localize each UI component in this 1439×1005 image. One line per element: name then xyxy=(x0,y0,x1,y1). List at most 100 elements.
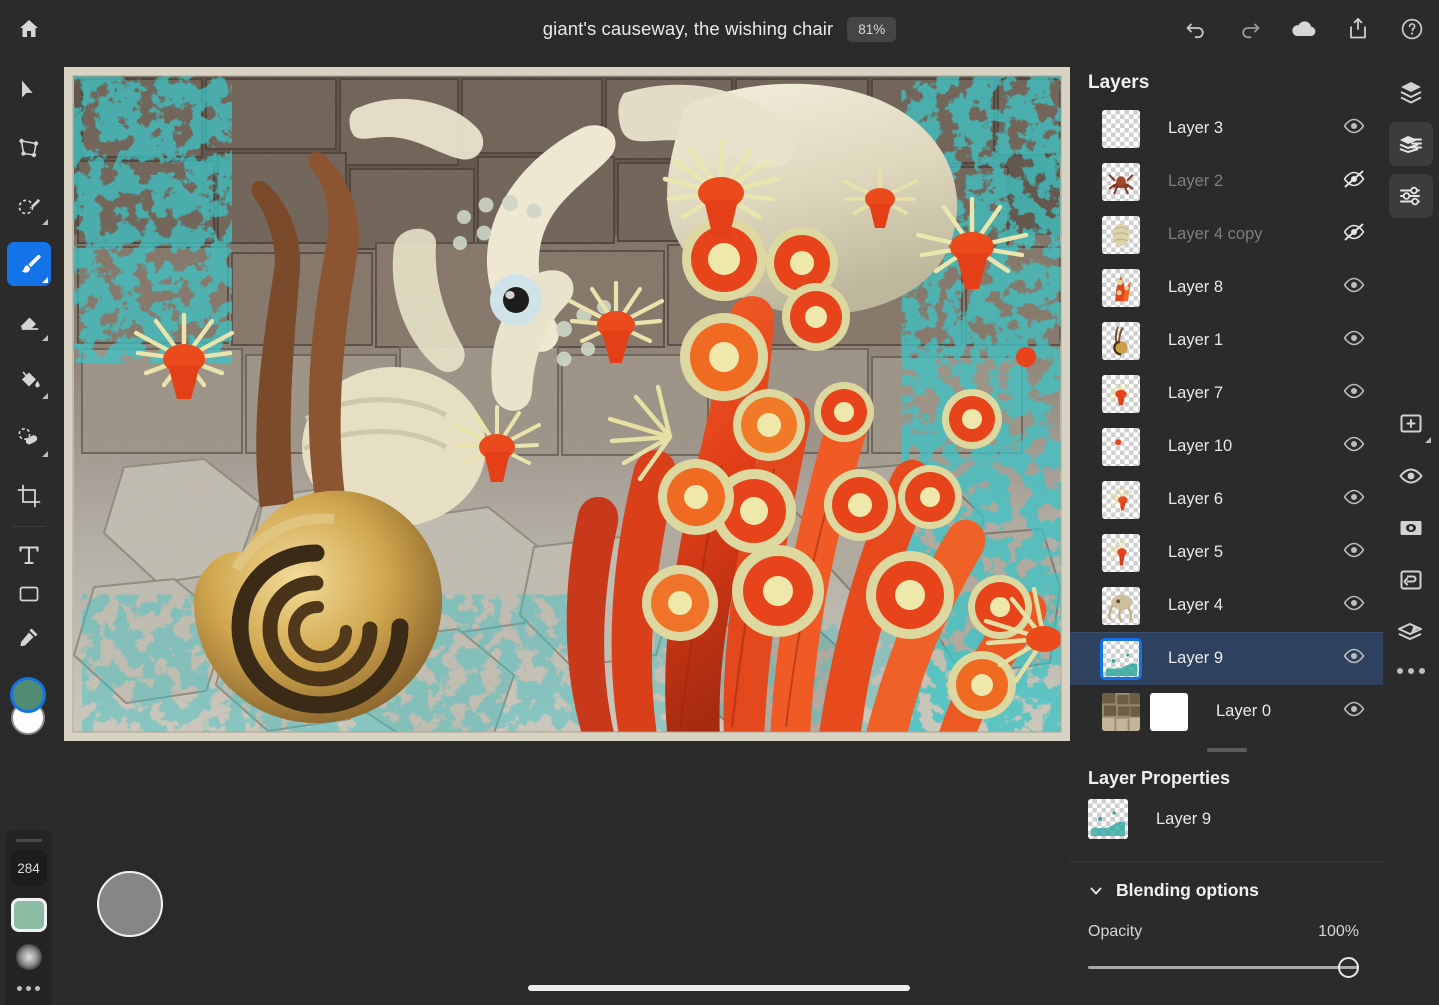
more-dots-icon xyxy=(1408,668,1414,674)
text-tool[interactable] xyxy=(7,533,51,577)
layer-row[interactable]: Layer 6 xyxy=(1070,473,1383,526)
tool-submenu-indicator xyxy=(42,393,48,399)
layer-name: Layer 6 xyxy=(1168,490,1223,509)
layer-row[interactable]: Layer 3 xyxy=(1070,102,1383,155)
eye-icon[interactable] xyxy=(1342,541,1366,565)
brush-more-options-button[interactable] xyxy=(5,986,52,991)
opacity-slider[interactable] xyxy=(1088,957,1359,979)
eyedropper-tool[interactable] xyxy=(7,615,51,659)
blending-options-label: Blending options xyxy=(1116,880,1259,901)
layer-name: Layer 7 xyxy=(1168,384,1223,403)
paintbrush-icon xyxy=(15,250,43,278)
layer-row[interactable]: Layer 5 xyxy=(1070,526,1383,579)
eye-icon[interactable] xyxy=(1342,435,1366,459)
healing-brush-tool[interactable] xyxy=(7,416,51,460)
layer-thumbnail[interactable] xyxy=(1102,110,1140,148)
add-layer-button[interactable] xyxy=(1389,402,1433,446)
eyedropper-icon xyxy=(16,624,42,650)
layer-row[interactable]: Layer 8 xyxy=(1070,261,1383,314)
layer-row[interactable]: Layer 7 xyxy=(1070,367,1383,420)
layer-row[interactable]: Layer 4 xyxy=(1070,579,1383,632)
visibility-button[interactable] xyxy=(1389,454,1433,498)
eye-icon[interactable] xyxy=(1342,117,1366,141)
undo-button[interactable] xyxy=(1181,14,1211,44)
layers-panel: Layers Layer 3Layer 2Layer 4 copyLayer 8… xyxy=(1070,58,1383,1005)
eye-icon[interactable] xyxy=(1342,329,1366,353)
home-indicator[interactable] xyxy=(528,985,910,991)
layer-thumbnail[interactable] xyxy=(1102,428,1140,466)
layer-row[interactable]: Layer 10 xyxy=(1070,420,1383,473)
share-button[interactable] xyxy=(1343,14,1373,44)
layer-thumbnail[interactable] xyxy=(1102,163,1140,201)
paint-bucket-tool[interactable] xyxy=(7,358,51,402)
redo-icon xyxy=(1237,16,1263,42)
brush-size-value[interactable]: 284 xyxy=(11,850,47,886)
more-options-button[interactable] xyxy=(1383,668,1439,674)
sliders-icon xyxy=(1398,183,1424,209)
eye-off-icon[interactable] xyxy=(1342,170,1366,194)
eye-icon[interactable] xyxy=(1342,700,1366,724)
move-select-tool[interactable] xyxy=(7,68,51,112)
eraser-tool[interactable] xyxy=(7,300,51,344)
layers-stack-button[interactable] xyxy=(1389,70,1433,114)
canvas-area[interactable] xyxy=(57,58,1070,1005)
layer-thumbnail[interactable] xyxy=(1102,375,1140,413)
layer-row[interactable]: Layer 0 xyxy=(1070,685,1383,738)
eye-icon[interactable] xyxy=(1342,488,1366,512)
help-icon xyxy=(1399,16,1425,42)
layer-row[interactable]: Layer 4 copy xyxy=(1070,208,1383,261)
eye-icon[interactable] xyxy=(1342,594,1366,618)
tool-submenu-indicator xyxy=(42,277,48,283)
mask-button[interactable] xyxy=(1389,506,1433,550)
artboard[interactable] xyxy=(64,67,1070,741)
flatten-button[interactable] xyxy=(1389,610,1433,654)
more-dots-icon xyxy=(35,986,40,991)
zoom-level-badge[interactable]: 81% xyxy=(847,17,896,42)
layer-thumbnail[interactable] xyxy=(1102,269,1140,307)
layer-thumbnail[interactable] xyxy=(1102,216,1140,254)
layer-row[interactable]: Layer 2 xyxy=(1070,155,1383,208)
layer-row[interactable]: Layer 1 xyxy=(1070,314,1383,367)
cloud-sync-button[interactable] xyxy=(1289,14,1319,44)
foreground-color-swatch[interactable] xyxy=(10,677,46,713)
layer-thumbnail[interactable] xyxy=(1102,534,1140,572)
tool-submenu-indicator xyxy=(42,335,48,341)
eye-icon[interactable] xyxy=(1342,382,1366,406)
top-toolbar: giant's causeway, the wishing chair 81% xyxy=(0,0,1439,58)
eye-icon[interactable] xyxy=(1342,276,1366,300)
help-button[interactable] xyxy=(1397,14,1427,44)
crop-tool[interactable] xyxy=(7,474,51,518)
layer-name: Layer 10 xyxy=(1168,437,1232,456)
layer-thumbnail[interactable] xyxy=(1102,322,1140,360)
tool-submenu-indicator xyxy=(42,219,48,225)
brush-color-swatch[interactable] xyxy=(11,898,47,932)
blending-options-header[interactable]: Blending options xyxy=(1070,862,1383,901)
layer-mask-thumbnail[interactable] xyxy=(1150,693,1188,731)
layer-thumbnail[interactable] xyxy=(1102,481,1140,519)
text-t-icon xyxy=(16,542,42,568)
opacity-slider-knob[interactable] xyxy=(1338,957,1359,978)
cloud-icon xyxy=(1290,18,1318,40)
layer-row[interactable]: Layer 9 xyxy=(1070,632,1383,685)
panel-drag-handle[interactable] xyxy=(16,839,42,842)
layer-thumbnail[interactable] xyxy=(1102,587,1140,625)
layer-name: Layer 9 xyxy=(1168,649,1223,668)
redo-button[interactable] xyxy=(1235,14,1265,44)
selection-brush-tool[interactable] xyxy=(7,184,51,228)
transform-tool[interactable] xyxy=(7,126,51,170)
merge-down-button[interactable] xyxy=(1389,558,1433,602)
home-button[interactable] xyxy=(10,10,48,48)
photoshop-ipad-app: giant's causeway, the wishing chair 81% xyxy=(0,0,1439,1005)
eye-off-icon[interactable] xyxy=(1342,223,1366,247)
opacity-slider-track xyxy=(1088,966,1359,969)
layer-thumbnail[interactable] xyxy=(1102,640,1140,678)
paint-brush-tool[interactable] xyxy=(7,242,51,286)
layer-thumbnail[interactable] xyxy=(1102,693,1140,731)
layers-list-button[interactable] xyxy=(1389,122,1433,166)
brush-preview[interactable] xyxy=(16,944,42,970)
eye-icon[interactable] xyxy=(1342,647,1366,671)
adjustments-button[interactable] xyxy=(1389,174,1433,218)
layer-properties-name: Layer 9 xyxy=(1156,810,1211,829)
shape-tool[interactable] xyxy=(7,583,51,609)
layer-properties-thumbnail xyxy=(1088,799,1128,839)
